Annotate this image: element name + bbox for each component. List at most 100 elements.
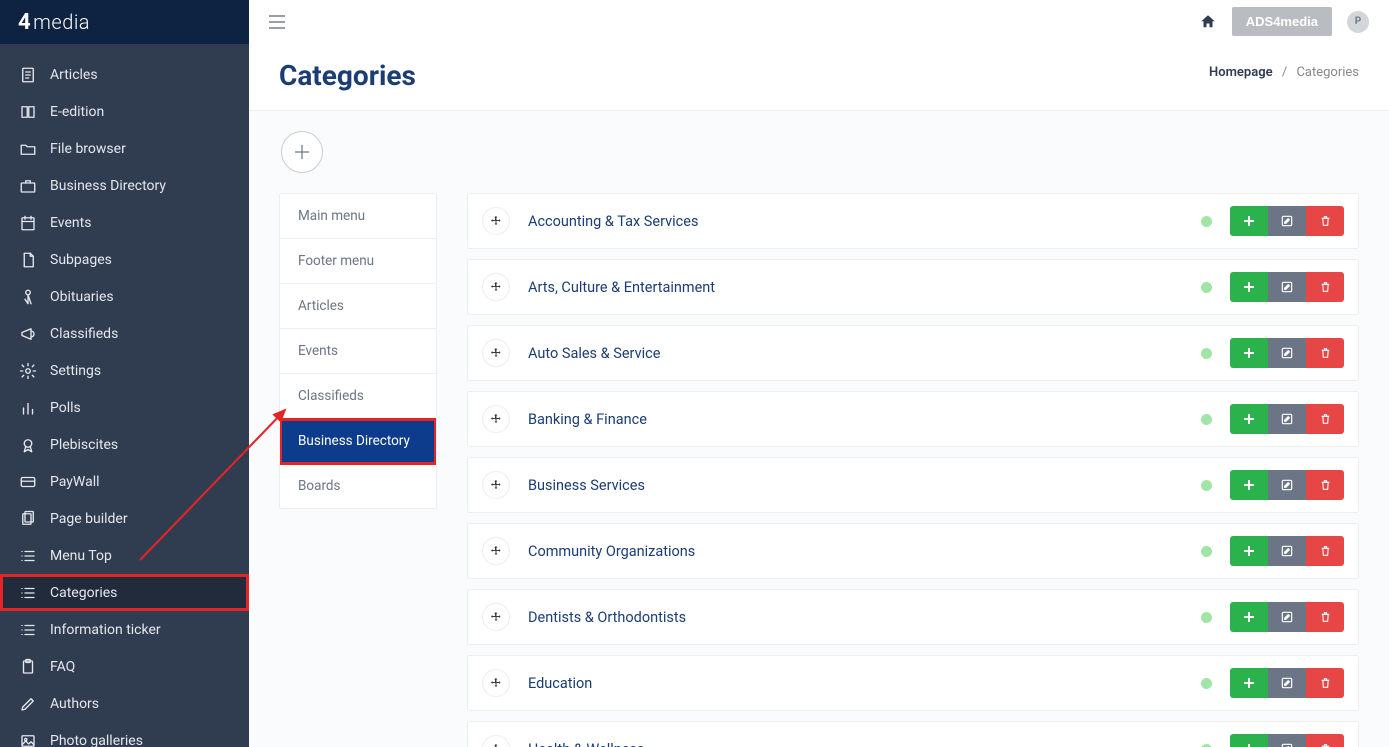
clipboard-icon: [18, 657, 38, 677]
sidebar-item-authors[interactable]: Authors: [0, 685, 249, 722]
delete-button[interactable]: [1306, 206, 1344, 236]
edit-button[interactable]: [1268, 338, 1306, 368]
move-icon[interactable]: [482, 273, 510, 301]
delete-button[interactable]: [1306, 338, 1344, 368]
sidebar-item-label: E-edition: [50, 104, 104, 120]
sidebar-item-categories[interactable]: Categories: [0, 574, 249, 611]
edit-button[interactable]: [1268, 206, 1306, 236]
move-icon[interactable]: [482, 471, 510, 499]
sidebar-item-obituaries[interactable]: Obituaries: [0, 278, 249, 315]
sidebar-item-faq[interactable]: FAQ: [0, 648, 249, 685]
delete-button[interactable]: [1306, 734, 1344, 747]
sidebar-item-file-browser[interactable]: File browser: [0, 130, 249, 167]
menu-panel-item-boards[interactable]: Boards: [280, 464, 436, 508]
move-icon[interactable]: [482, 603, 510, 631]
breadcrumb-sep: /: [1282, 65, 1287, 80]
delete-button[interactable]: [1306, 668, 1344, 698]
category-row: Education: [467, 655, 1359, 711]
add-child-button[interactable]: [1230, 272, 1268, 302]
edit-button[interactable]: [1268, 272, 1306, 302]
sidebar-item-label: Classifieds: [50, 326, 118, 342]
home-icon[interactable]: [1199, 13, 1217, 31]
category-name[interactable]: Arts, Culture & Entertainment: [528, 279, 1201, 296]
sidebar-item-plebiscites[interactable]: Plebiscites: [0, 426, 249, 463]
sidebar-item-events[interactable]: Events: [0, 204, 249, 241]
row-actions: [1230, 602, 1344, 632]
category-row: Arts, Culture & Entertainment: [467, 259, 1359, 315]
category-name[interactable]: Accounting & Tax Services: [528, 213, 1201, 230]
sidebar-item-page-builder[interactable]: Page builder: [0, 500, 249, 537]
breadcrumb-home[interactable]: Homepage: [1209, 65, 1273, 80]
category-name[interactable]: Banking & Finance: [528, 411, 1201, 428]
category-name[interactable]: Business Services: [528, 477, 1201, 494]
sidebar-item-label: Polls: [50, 400, 81, 416]
move-icon[interactable]: [482, 339, 510, 367]
sidebar-item-classifieds[interactable]: Classifieds: [0, 315, 249, 352]
move-icon[interactable]: [482, 405, 510, 433]
sidebar-item-label: Articles: [50, 67, 98, 83]
edit-button[interactable]: [1268, 536, 1306, 566]
move-icon[interactable]: [482, 735, 510, 747]
sidebar-item-menu-top[interactable]: Menu Top: [0, 537, 249, 574]
edit-button[interactable]: [1268, 668, 1306, 698]
add-child-button[interactable]: [1230, 602, 1268, 632]
menu-panel-item-footer-menu[interactable]: Footer menu: [280, 239, 436, 284]
move-icon[interactable]: [482, 669, 510, 697]
sidebar-item-articles[interactable]: Articles: [0, 56, 249, 93]
sidebar-item-e-edition[interactable]: E-edition: [0, 93, 249, 130]
delete-button[interactable]: [1306, 536, 1344, 566]
menu-panel-item-articles[interactable]: Articles: [280, 284, 436, 329]
menu-panel-item-classifieds[interactable]: Classifieds: [280, 374, 436, 419]
move-icon[interactable]: [482, 537, 510, 565]
sidebar-item-subpages[interactable]: Subpages: [0, 241, 249, 278]
sidebar-item-label: Events: [50, 215, 91, 231]
brand-mark: 4: [18, 10, 31, 35]
delete-button[interactable]: [1306, 272, 1344, 302]
sidebar-item-label: Obituaries: [50, 289, 114, 305]
add-child-button[interactable]: [1230, 536, 1268, 566]
add-button[interactable]: [281, 131, 323, 173]
add-child-button[interactable]: [1230, 734, 1268, 747]
category-row: Banking & Finance: [467, 391, 1359, 447]
sidebar-item-photo-galleries[interactable]: Photo galleries: [0, 722, 249, 747]
category-name[interactable]: Education: [528, 675, 1201, 692]
category-name[interactable]: Auto Sales & Service: [528, 345, 1201, 362]
menu-panel-item-events[interactable]: Events: [280, 329, 436, 374]
category-name[interactable]: Dentists & Orthodontists: [528, 609, 1201, 626]
sidebar-item-paywall[interactable]: PayWall: [0, 463, 249, 500]
category-name[interactable]: Community Organizations: [528, 543, 1201, 560]
sidebar-item-polls[interactable]: Polls: [0, 389, 249, 426]
brand-name: media: [33, 10, 90, 34]
delete-button[interactable]: [1306, 404, 1344, 434]
brand-button[interactable]: ADS4media: [1232, 7, 1332, 36]
sidebar-nav: Articles E-edition File browserBusiness Di…: [0, 44, 249, 747]
add-child-button[interactable]: [1230, 470, 1268, 500]
edit-button[interactable]: [1268, 602, 1306, 632]
add-child-button[interactable]: [1230, 206, 1268, 236]
badge-icon: [18, 435, 38, 455]
content: Main menuFooter menuArticlesEventsClassi…: [249, 111, 1389, 747]
row-actions: [1230, 272, 1344, 302]
category-list: Accounting & Tax Services Arts, Culture &…: [467, 193, 1359, 747]
add-child-button[interactable]: [1230, 668, 1268, 698]
edit-button[interactable]: [1268, 734, 1306, 747]
add-child-button[interactable]: [1230, 338, 1268, 368]
edit-button[interactable]: [1268, 404, 1306, 434]
briefcase-icon: [18, 176, 38, 196]
sidebar-item-business-directory[interactable]: Business Directory: [0, 167, 249, 204]
menu-toggle-icon[interactable]: [269, 15, 285, 29]
avatar[interactable]: P: [1347, 11, 1369, 33]
status-dot: [1201, 480, 1212, 491]
category-name[interactable]: Health & Wellness: [528, 741, 1201, 747]
sidebar-item-information-ticker[interactable]: Information ticker: [0, 611, 249, 648]
sidebar-item-label: Photo galleries: [50, 733, 143, 747]
delete-button[interactable]: [1306, 470, 1344, 500]
edit-button[interactable]: [1268, 470, 1306, 500]
add-child-button[interactable]: [1230, 404, 1268, 434]
menu-panel-item-business-directory[interactable]: Business Directory: [280, 419, 436, 464]
delete-button[interactable]: [1306, 602, 1344, 632]
move-icon[interactable]: [482, 207, 510, 235]
sidebar-item-settings[interactable]: Settings: [0, 352, 249, 389]
menu-panel-item-main-menu[interactable]: Main menu: [280, 194, 436, 239]
main: ADS4media P Categories Homepage / Catego…: [249, 0, 1389, 747]
